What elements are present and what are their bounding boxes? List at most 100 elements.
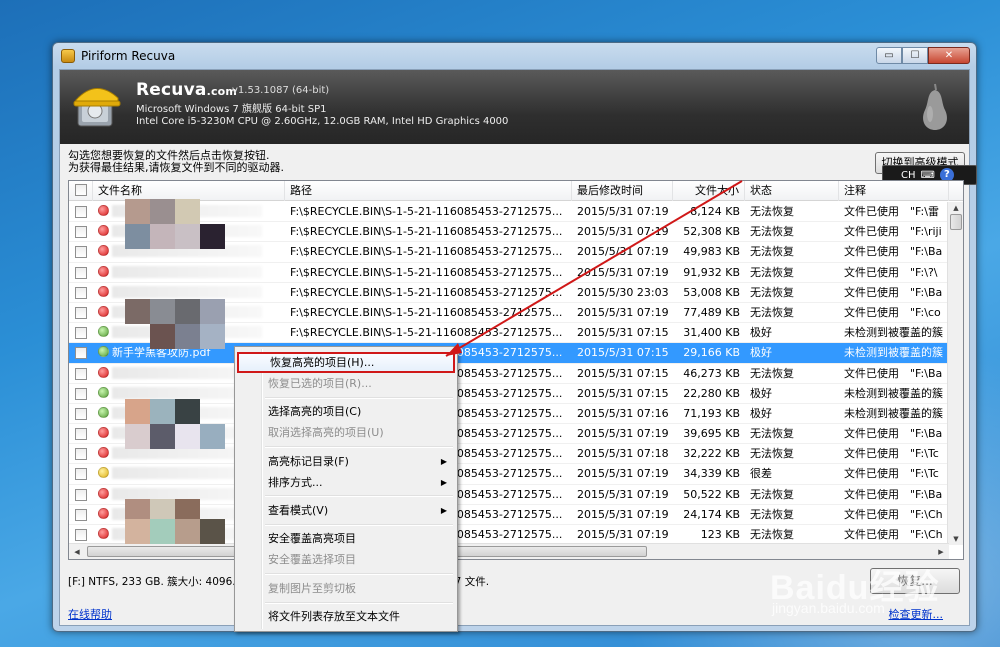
- file-size: 77,489 KB: [683, 305, 740, 319]
- column-size[interactable]: 文件大小: [673, 181, 745, 201]
- app-icon: [61, 49, 75, 63]
- header-checkbox[interactable]: [69, 181, 93, 201]
- column-note[interactable]: 注释: [839, 181, 949, 201]
- row-checkbox[interactable]: [69, 283, 93, 302]
- recovery-status-icon: [98, 205, 109, 216]
- maximize-button[interactable]: ☐: [902, 47, 928, 64]
- row-checkbox[interactable]: [69, 505, 93, 524]
- row-checkbox[interactable]: [69, 242, 93, 261]
- recovery-status-icon: [98, 406, 109, 418]
- row-checkbox[interactable]: [69, 444, 93, 463]
- file-state: 无法恢复: [750, 205, 794, 218]
- file-state: 无法恢复: [750, 225, 794, 239]
- row-checkbox[interactable]: [69, 343, 93, 362]
- file-size: 46,273 KB: [683, 366, 740, 380]
- menu-recover-highlighted[interactable]: 恢复高亮的项目(H)...: [237, 352, 455, 373]
- keyboard-icon[interactable]: ⌨: [921, 170, 935, 181]
- file-size: 52,308 KB: [683, 225, 740, 239]
- file-state: 极好: [750, 386, 772, 400]
- drive-info: [F:] NTFS, 233 GB. 簇大小: 4096. 文: [68, 576, 250, 588]
- recovery-status-icon: [98, 245, 109, 257]
- menu-sort-by[interactable]: 排序方式... ▶: [237, 472, 455, 493]
- online-help-link[interactable]: 在线帮助: [68, 606, 112, 622]
- file-date: 2015/5/31 07:19: [577, 467, 669, 481]
- scroll-up-arrow-icon[interactable]: ▲: [948, 202, 963, 214]
- file-path: F:\$RECYCLE.BIN\S-1-5-21-116085453-27125…: [290, 265, 563, 279]
- row-checkbox[interactable]: [69, 384, 93, 403]
- close-button[interactable]: ✕: [928, 47, 970, 64]
- menu-uncheck-highlighted[interactable]: 取消选择高亮的项目(U): [237, 422, 455, 443]
- row-checkbox[interactable]: [69, 485, 93, 504]
- column-name[interactable]: 文件名称: [93, 181, 285, 201]
- menu-highlight-folder[interactable]: 高亮标记目录(F) ▶: [237, 451, 455, 472]
- menu-secure-overwrite-highlighted[interactable]: 安全覆盖高亮项目: [237, 528, 455, 549]
- file-date: 2015/5/31 07:19: [577, 528, 669, 541]
- language-code[interactable]: CH: [901, 170, 916, 181]
- row-checkbox[interactable]: [69, 364, 93, 383]
- title-bar[interactable]: Piriform Recuva ▭ ☐ ✕: [53, 43, 976, 69]
- file-date: 2015/5/31 07:19: [577, 427, 669, 441]
- row-checkbox[interactable]: [69, 263, 93, 282]
- file-note: 文件已使用 "F:\Ba: [844, 245, 943, 259]
- file-date: 2015/5/31 07:19: [577, 245, 669, 259]
- redacted-mosaic: [125, 199, 229, 544]
- scroll-right-arrow-icon[interactable]: ▶: [933, 544, 949, 559]
- menu-check-highlighted[interactable]: 选择高亮的项目(C): [237, 401, 455, 422]
- watermark-url: jingyan.baidu.com: [772, 600, 885, 616]
- menu-separator: [265, 602, 453, 604]
- row-checkbox[interactable]: [69, 323, 93, 342]
- file-state: 无法恢复: [750, 447, 794, 461]
- column-path[interactable]: 路径: [285, 181, 572, 201]
- file-note: 文件已使用 "F:\雷: [844, 205, 939, 218]
- file-note: 文件已使用 "F:\Tc: [844, 447, 939, 461]
- system-info: Microsoft Windows 7 旗舰版 64-bit SP1 Intel…: [136, 104, 508, 128]
- file-note: 文件已使用 "F:\Ba: [844, 427, 943, 441]
- horizontal-scrollbar[interactable]: ◀ ▶: [69, 543, 949, 559]
- file-size: 29,166 KB: [683, 346, 740, 360]
- menu-secure-overwrite-checked[interactable]: 安全覆盖选择项目: [237, 549, 455, 570]
- recovery-status-icon: [98, 326, 109, 338]
- file-date: 2015/5/31 07:18: [577, 447, 669, 461]
- row-checkbox[interactable]: [69, 303, 93, 322]
- file-date: 2015/5/31 07:15: [577, 326, 669, 340]
- menu-separator: [265, 573, 453, 575]
- file-path: F:\$RECYCLE.BIN\S-1-5-21-116085453-27125…: [290, 205, 563, 218]
- file-note: 文件已使用 "F:\Ba: [844, 366, 943, 380]
- scroll-down-arrow-icon[interactable]: ▼: [948, 533, 963, 545]
- vertical-scroll-thumb[interactable]: [950, 214, 962, 230]
- menu-save-list[interactable]: 将文件列表存放至文本文件: [237, 606, 455, 627]
- recovery-status-icon: [98, 467, 109, 479]
- column-date[interactable]: 最后修改时间: [572, 181, 673, 201]
- file-date: 2015/5/31 07:15: [577, 366, 669, 380]
- file-state: 很差: [750, 467, 772, 481]
- vertical-scrollbar[interactable]: ▲ ▼: [947, 202, 963, 545]
- file-size: 123 KB: [700, 528, 740, 541]
- submenu-arrow-icon: ▶: [440, 478, 447, 487]
- row-checkbox[interactable]: [69, 424, 93, 443]
- row-checkbox[interactable]: [69, 222, 93, 241]
- file-size: 50,522 KB: [683, 487, 740, 501]
- recovery-status-icon: [98, 346, 109, 358]
- row-checkbox[interactable]: [69, 404, 93, 423]
- file-state: 无法恢复: [750, 265, 794, 279]
- scroll-left-arrow-icon[interactable]: ◀: [69, 544, 85, 559]
- file-note: 文件已使用 "F:\Ba: [844, 487, 943, 501]
- row-checkbox[interactable]: [69, 464, 93, 483]
- submenu-arrow-icon: ▶: [440, 457, 447, 466]
- menu-recover-checked[interactable]: 恢复已选的项目(R)...: [237, 373, 455, 394]
- file-note: 文件已使用 "F:\Ch: [844, 528, 943, 541]
- recuva-logo-icon: [73, 88, 121, 127]
- menu-view-mode[interactable]: 查看模式(V) ▶: [237, 500, 455, 521]
- file-note: 文件已使用 "F:\Ch: [844, 507, 943, 521]
- file-path: F:\$RECYCLE.BIN\S-1-5-21-116085453-27125…: [290, 285, 563, 299]
- file-state: 极好: [750, 346, 772, 360]
- row-checkbox[interactable]: [69, 202, 93, 221]
- row-checkbox[interactable]: [69, 525, 93, 544]
- column-state[interactable]: 状态: [745, 181, 839, 201]
- recovery-status-icon: [98, 528, 109, 539]
- file-state: 无法恢复: [750, 245, 794, 259]
- file-note: 文件已使用 "F:\Tc: [844, 467, 939, 481]
- minimize-button[interactable]: ▭: [876, 47, 902, 64]
- file-note: 文件已使用 "F:\riji: [844, 225, 942, 239]
- menu-copy-image[interactable]: 复制图片至剪切板: [237, 578, 455, 599]
